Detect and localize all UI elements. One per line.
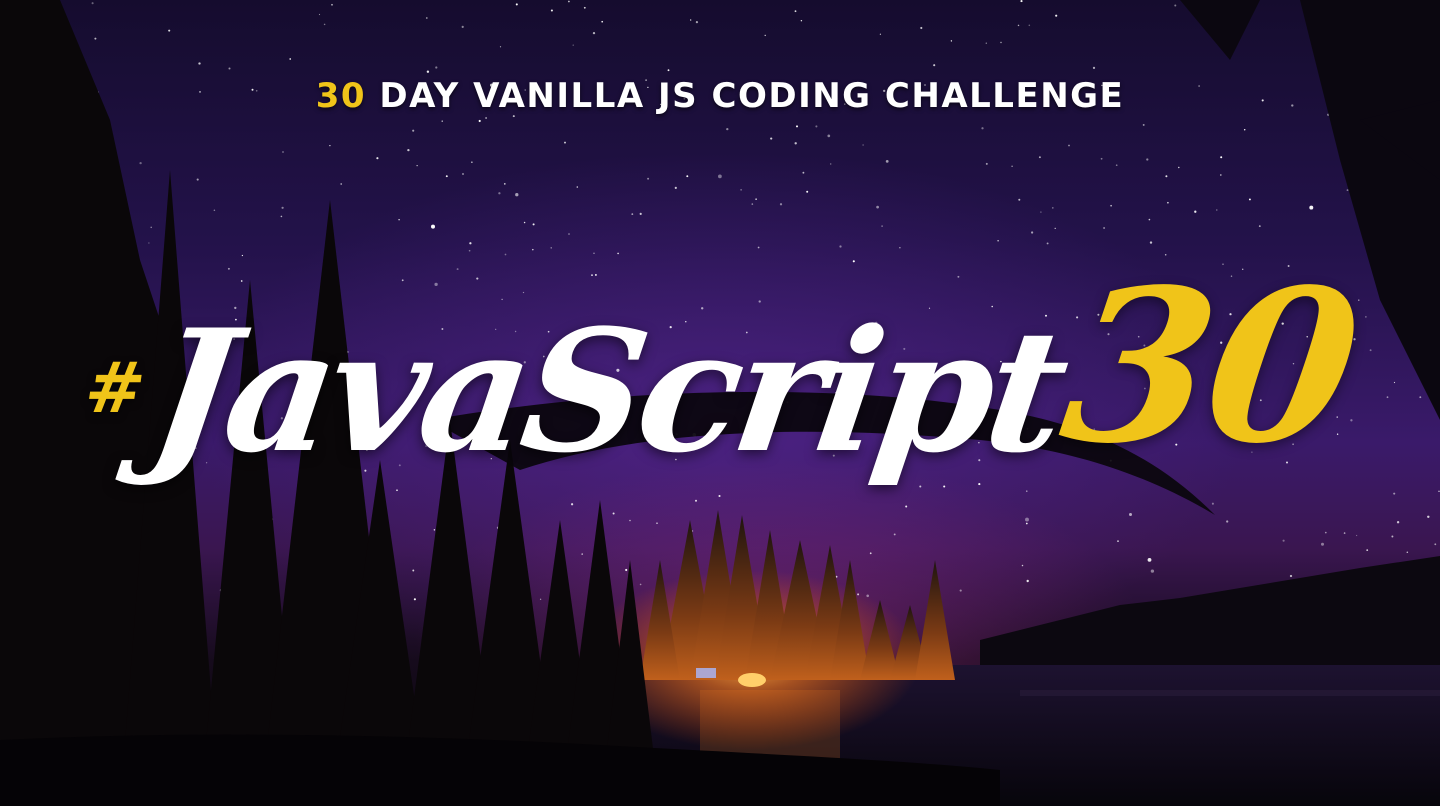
hero-logo: #JavaScript30 — [0, 0, 1440, 806]
javascript30-banner: 30 DAY VANILLA JS CODING CHALLENGE #Java… — [0, 0, 1440, 806]
hero-title: #JavaScript30 — [0, 243, 1440, 490]
hero-hash: # — [80, 346, 151, 429]
hero-word: JavaScript — [140, 292, 1074, 490]
hero-number: 30 — [1050, 243, 1370, 490]
